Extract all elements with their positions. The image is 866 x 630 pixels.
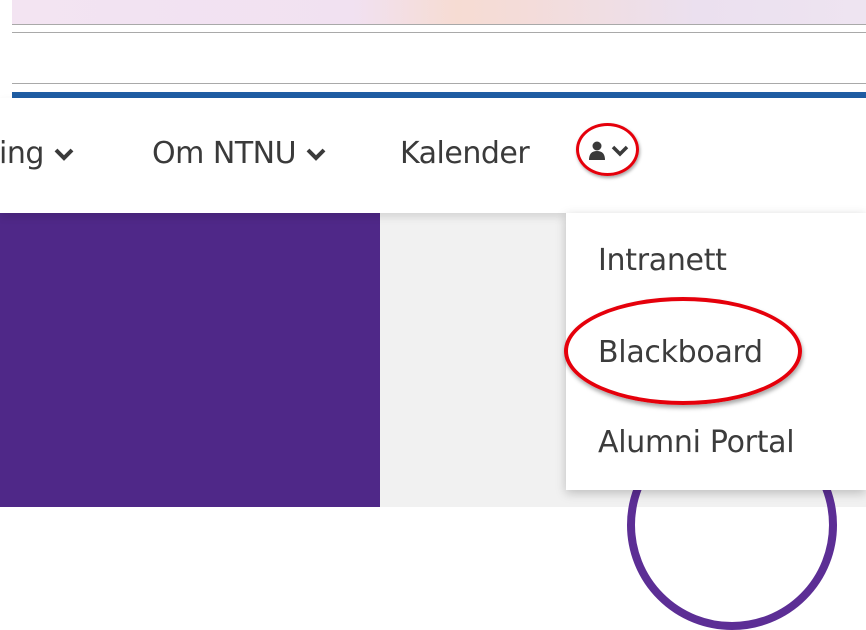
nav-item-label: ing — [0, 136, 44, 171]
user-icon — [589, 141, 605, 160]
chevron-down-icon — [611, 145, 629, 157]
browser-top-strip — [12, 0, 866, 24]
user-menu-button[interactable] — [588, 134, 634, 168]
user-dropdown-menu: Intranett Blackboard Alumni Portal — [566, 213, 866, 490]
chevron-down-icon — [54, 148, 74, 161]
divider — [12, 32, 866, 33]
nav-item-partial[interactable]: ing — [0, 136, 75, 171]
nav-item-label: Om NTNU — [152, 136, 297, 171]
nav-item-kalender[interactable]: Kalender — [400, 136, 530, 171]
nav-item-om-ntnu[interactable]: Om NTNU — [152, 136, 327, 171]
nav-item-label: Kalender — [400, 136, 530, 171]
menu-item-blackboard[interactable]: Blackboard — [598, 335, 763, 370]
divider — [12, 83, 866, 84]
menu-item-intranett[interactable]: Intranett — [598, 243, 727, 278]
divider — [12, 24, 866, 25]
chevron-down-icon — [306, 148, 326, 161]
main-navigation: ing Om NTNU Kalender — [0, 98, 866, 213]
menu-item-alumni-portal[interactable]: Alumni Portal — [598, 425, 795, 460]
hero-panel — [0, 213, 380, 507]
